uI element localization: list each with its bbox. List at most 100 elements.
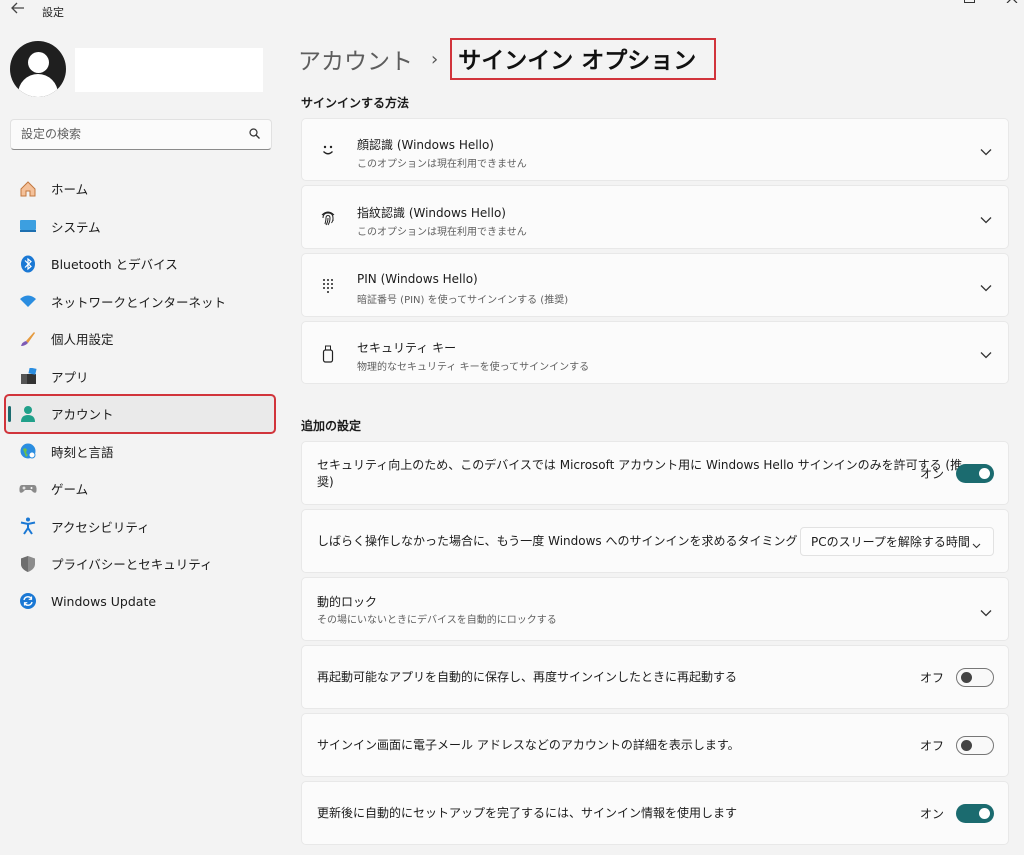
usb-key-icon — [319, 345, 337, 363]
option-title: 顔認識 (Windows Hello) — [357, 138, 494, 152]
search-box[interactable] — [10, 119, 272, 150]
sidebar-item-time-language[interactable]: 時刻と言語 — [5, 433, 275, 471]
toggle-state-label: オフ — [919, 671, 944, 685]
option-subtitle: このオプションは現在利用できません — [357, 227, 527, 238]
setting-text-line1: セキュリティ向上のため、このデバイスでは Microsoft アカウント用に W… — [317, 458, 963, 472]
globe-icon — [18, 441, 38, 461]
sidebar-item-home[interactable]: ホーム — [5, 170, 275, 208]
sidebar-item-label: アクセシビリティ — [51, 519, 150, 535]
chevron-down-icon[interactable] — [980, 281, 992, 293]
sidebar-item-system[interactable]: システム — [5, 208, 275, 246]
face-icon — [319, 141, 337, 159]
sidebar-item-label: アカウント — [51, 407, 114, 423]
sidebar-item-label: 時刻と言語 — [51, 444, 114, 460]
setting-hello-only: セキュリティ向上のため、このデバイスでは Microsoft アカウント用に W… — [301, 441, 1009, 505]
auto-finish-toggle[interactable] — [956, 804, 994, 823]
toggle-group: オフ — [920, 668, 994, 687]
sidebar-item-bluetooth[interactable]: Bluetooth とデバイス — [5, 245, 275, 283]
require-signin-dropdown[interactable]: PCのスリープを解除する時間 — [800, 527, 994, 556]
setting-restart-apps: 再起動可能なアプリを自動的に保存し、再度サインインしたときに再起動する オフ — [301, 645, 1009, 709]
fingerprint-icon — [319, 209, 337, 227]
setting-show-details: サインイン画面に電子メール アドレスなどのアカウントの詳細を表示します。 オフ — [301, 713, 1009, 777]
accessibility-icon — [18, 516, 38, 536]
option-title: セキュリティ キー — [357, 341, 457, 355]
sidebar-item-network[interactable]: ネットワークとインターネット — [5, 283, 275, 321]
chevron-down-icon — [972, 538, 981, 549]
option-title: 指紋認識 (Windows Hello) — [357, 206, 506, 220]
apps-icon — [18, 366, 38, 386]
avatar-head — [28, 52, 49, 73]
avatar-body — [18, 74, 58, 97]
wifi-icon — [18, 291, 38, 311]
sidebar-nav: ホーム システム Bluetooth とデバイス ネットワークとインターネット … — [4, 170, 276, 621]
hello-only-toggle[interactable] — [956, 464, 994, 483]
setting-auto-finish: 更新後に自動的にセットアップを完了するには、サインイン情報を使用します オン — [301, 781, 1009, 845]
title-bar: 設定 — [0, 0, 1024, 22]
sidebar-item-gaming[interactable]: ゲーム — [5, 470, 275, 508]
sidebar-item-label: システム — [51, 219, 101, 235]
gamepad-icon — [18, 479, 38, 499]
search-input[interactable] — [11, 120, 231, 148]
setting-title: 動的ロック — [317, 595, 378, 609]
toggle-state-label: オン — [919, 467, 944, 481]
breadcrumb-parent[interactable]: アカウント — [298, 42, 413, 76]
home-icon — [18, 179, 38, 199]
signin-option-pin[interactable]: PIN (Windows Hello) 暗証番号 (PIN) を使ってサインイン… — [301, 253, 1009, 317]
dropdown-selected-value: PCのスリープを解除する時間 — [811, 535, 970, 549]
setting-text: 再起動可能なアプリを自動的に保存し、再度サインインしたときに再起動する — [317, 670, 738, 684]
setting-text: 更新後に自動的にセットアップを完了するには、サインイン情報を使用します — [317, 806, 738, 820]
sidebar-item-label: ホーム — [51, 182, 89, 198]
toggle-group: オン — [920, 464, 994, 483]
section-title-signin-methods: サインインする方法 — [301, 96, 410, 110]
sidebar-item-personalization[interactable]: 個人用設定 — [5, 320, 275, 358]
sidebar-item-label: ネットワークとインターネット — [51, 294, 227, 310]
chevron-down-icon[interactable] — [980, 145, 992, 157]
sidebar-item-windows-update[interactable]: Windows Update — [5, 583, 275, 621]
avatar[interactable] — [10, 41, 66, 97]
sidebar-item-accounts[interactable]: アカウント — [4, 394, 276, 434]
setting-text: サインイン画面に電子メール アドレスなどのアカウントの詳細を表示します。 — [317, 738, 740, 752]
page-title: サインイン オプション — [450, 38, 717, 80]
brush-icon — [18, 329, 38, 349]
search-icon[interactable] — [249, 128, 260, 139]
signin-option-security-key[interactable]: セキュリティ キー 物理的なセキュリティ キーを使ってサインインする — [301, 321, 1009, 384]
shield-icon — [18, 554, 38, 574]
toggle-group: オン — [920, 804, 994, 823]
show-details-toggle[interactable] — [956, 736, 994, 755]
toggle-state-label: オン — [919, 807, 944, 821]
back-arrow-icon[interactable] — [9, 2, 27, 18]
sidebar-item-label: Windows Update — [51, 593, 157, 609]
sidebar-item-label: Bluetooth とデバイス — [51, 257, 178, 273]
toggle-group: オフ — [920, 736, 994, 755]
chevron-down-icon[interactable] — [980, 606, 992, 618]
pin-keypad-icon — [319, 277, 337, 295]
sidebar-item-label: プライバシーとセキュリティ — [51, 557, 213, 573]
sidebar-item-label: ゲーム — [51, 482, 89, 498]
option-subtitle: 暗証番号 (PIN) を使ってサインインする (推奨) — [357, 295, 569, 306]
signin-option-fingerprint[interactable]: 指紋認識 (Windows Hello) このオプションは現在利用できません — [301, 185, 1009, 249]
minimize-button[interactable] — [917, 0, 941, 8]
account-icon — [18, 404, 38, 424]
sidebar-item-label: 個人用設定 — [51, 332, 114, 348]
update-icon — [18, 591, 38, 611]
close-button[interactable] — [1000, 0, 1024, 8]
setting-dynamic-lock[interactable]: 動的ロック その場にいないときにデバイスを自動的にロックする — [301, 577, 1009, 641]
breadcrumb: アカウント › サインイン オプション — [298, 38, 717, 80]
account-name-box — [75, 48, 263, 92]
section-title-additional: 追加の設定 — [301, 419, 362, 433]
setting-text-line2: 奨) — [317, 475, 334, 489]
setting-require-signin: しばらく操作しなかった場合に、もう一度 Windows へのサインインを求めるタ… — [301, 509, 1009, 573]
setting-text: しばらく操作しなかった場合に、もう一度 Windows へのサインインを求めるタ… — [317, 534, 798, 548]
system-icon — [18, 216, 38, 236]
chevron-down-icon[interactable] — [980, 348, 992, 360]
setting-subtitle: その場にいないときにデバイスを自動的にロックする — [317, 615, 557, 626]
toggle-state-label: オフ — [919, 739, 944, 753]
signin-option-face[interactable]: 顔認識 (Windows Hello) このオプションは現在利用できません — [301, 118, 1009, 181]
option-subtitle: このオプションは現在利用できません — [357, 159, 527, 170]
maximize-button[interactable] — [958, 0, 982, 8]
sidebar-item-accessibility[interactable]: アクセシビリティ — [5, 508, 275, 546]
restart-apps-toggle[interactable] — [956, 668, 994, 687]
sidebar-item-apps[interactable]: アプリ — [5, 358, 275, 396]
sidebar-item-privacy[interactable]: プライバシーとセキュリティ — [5, 545, 275, 583]
chevron-down-icon[interactable] — [980, 213, 992, 225]
